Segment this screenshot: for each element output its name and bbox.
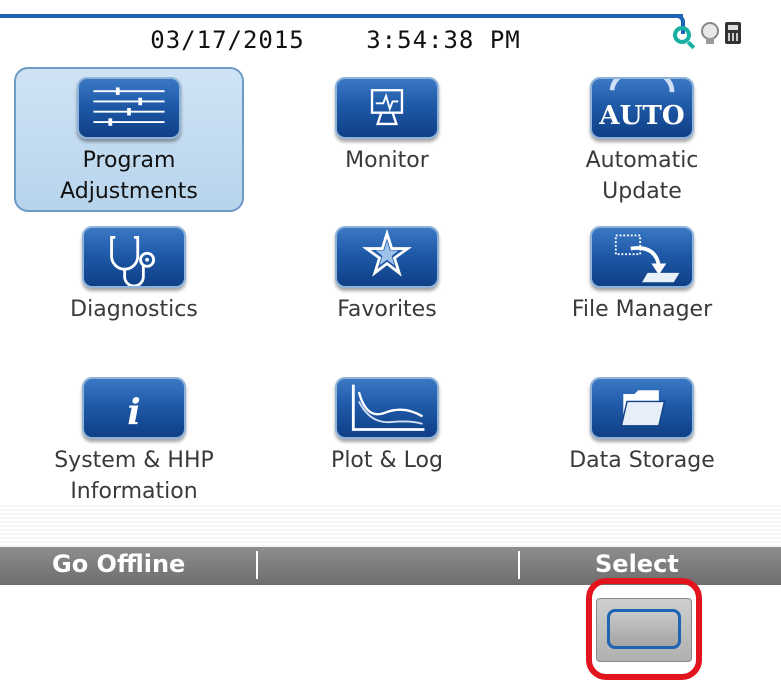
sliders-icon	[77, 77, 181, 139]
menu-item-favorites[interactable]: Favorites	[272, 226, 502, 325]
softkey-button-face	[607, 609, 681, 649]
softkey-select[interactable]: Select	[595, 550, 679, 578]
menu-item-monitor[interactable]: Monitor	[272, 77, 502, 176]
menu-item-automatic-update[interactable]: AUTO Automatic Update	[527, 77, 757, 207]
status-area	[0, 505, 781, 547]
menu-item-data-storage[interactable]: Data Storage	[527, 377, 757, 476]
softkey-separator	[518, 551, 520, 579]
header-divider	[0, 14, 683, 18]
menu-item-file-manager[interactable]: File Manager	[527, 226, 757, 325]
menu-item-label: Monitor	[345, 148, 429, 173]
menu-item-label: Adjustments	[60, 179, 198, 204]
menu-item-label: Data Storage	[569, 448, 715, 473]
menu-item-label: Plot & Log	[331, 448, 443, 473]
softkey-go-offline[interactable]: Go Offline	[52, 550, 185, 578]
menu-item-label: Diagnostics	[70, 297, 198, 322]
menu-item-plot-log[interactable]: Plot & Log	[272, 377, 502, 476]
softkey-separator	[256, 551, 258, 579]
connection-icon	[673, 26, 691, 44]
monitor-icon	[335, 77, 439, 139]
stethoscope-icon	[82, 226, 186, 288]
bulb-icon	[701, 22, 719, 44]
time-text: 3:54:38 PM	[366, 26, 521, 54]
date-time-display: 03/17/2015 3:54:38 PM	[0, 26, 781, 54]
menu-item-label: System & HHP	[54, 448, 214, 473]
handheld-screen: 03/17/2015 3:54:38 PM Program Adjustment…	[0, 0, 781, 590]
menu-item-label: Program	[82, 148, 176, 173]
info-icon-text: i	[127, 392, 141, 433]
menu-item-diagnostics[interactable]: Diagnostics	[19, 226, 249, 325]
menu-item-system-hhp-information[interactable]: i System & HHP Information	[19, 377, 249, 507]
menu-item-label: Favorites	[337, 297, 437, 322]
date-text: 03/17/2015	[150, 26, 305, 54]
star-icon	[335, 226, 439, 288]
calculator-icon	[725, 22, 741, 44]
menu-item-label: Update	[602, 179, 682, 204]
menu-item-label: Information	[70, 479, 198, 504]
auto-icon: AUTO	[590, 77, 694, 139]
right-softkey-button[interactable]	[596, 598, 692, 662]
plot-icon	[335, 377, 439, 439]
status-icons	[673, 20, 773, 50]
menu-item-program-adjustments[interactable]: Program Adjustments	[14, 67, 244, 212]
auto-icon-text: AUTO	[598, 100, 684, 131]
menu-item-label: Automatic	[585, 148, 699, 173]
menu-item-label: File Manager	[571, 297, 713, 322]
folder-icon	[590, 377, 694, 439]
info-icon: i	[82, 377, 186, 439]
file-transfer-icon	[590, 226, 694, 288]
